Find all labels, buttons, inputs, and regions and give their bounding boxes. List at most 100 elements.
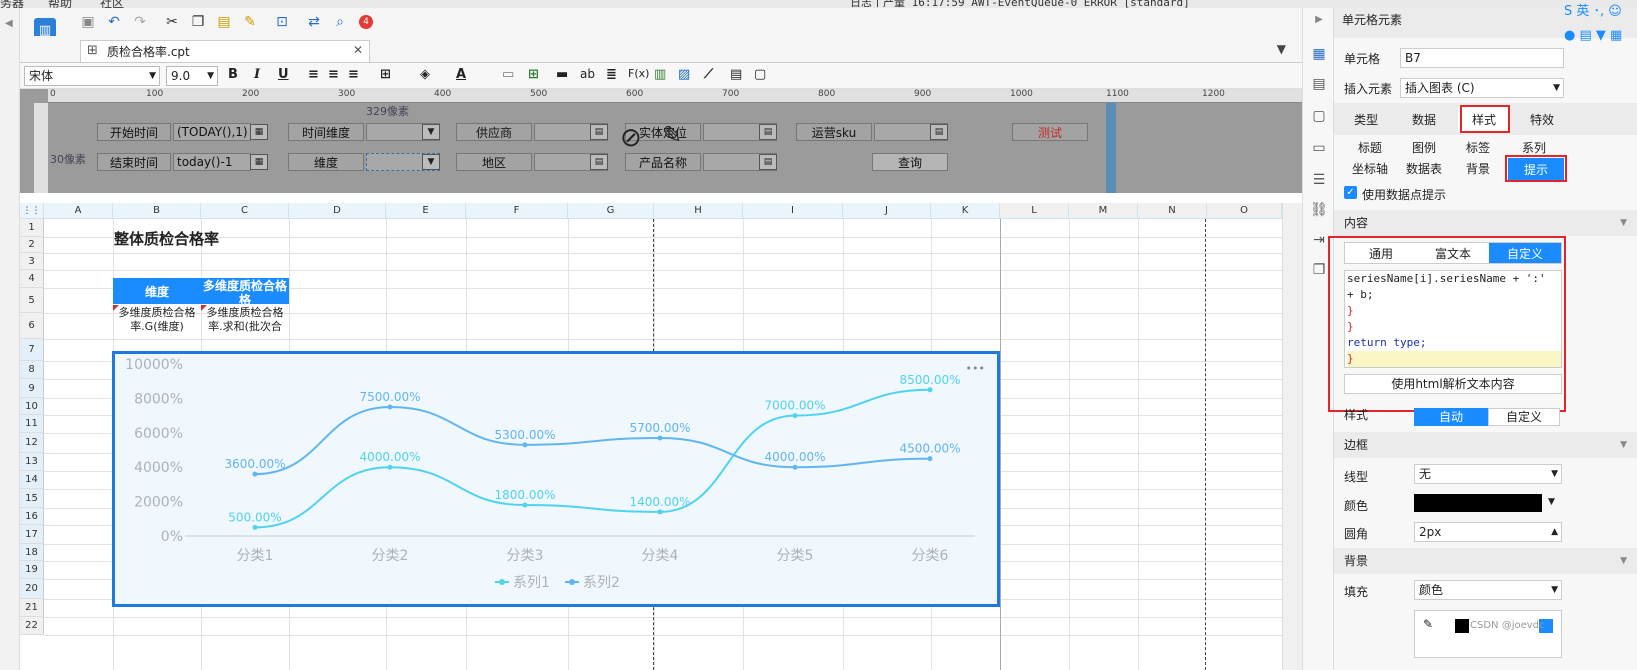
data-point[interactable] bbox=[522, 502, 528, 508]
italic-button[interactable]: I bbox=[254, 67, 260, 82]
cut-icon[interactable]: ✂ bbox=[162, 12, 182, 32]
header-cell-dimension[interactable]: 维度 bbox=[113, 278, 201, 304]
col-header[interactable]: O bbox=[1207, 203, 1282, 219]
subtab-axis[interactable]: 坐标轴 bbox=[1342, 157, 1398, 179]
data-point[interactable] bbox=[657, 435, 663, 441]
data-point[interactable] bbox=[927, 456, 933, 462]
cell-attr-icon[interactable]: ▤ bbox=[1310, 76, 1328, 94]
align-right-icon[interactable]: ≡ bbox=[348, 67, 359, 82]
start-time-field[interactable]: (TODAY(),1) bbox=[173, 123, 251, 141]
condition-icon[interactable]: ☰ bbox=[1310, 172, 1328, 190]
test-label[interactable]: 测试 bbox=[1012, 123, 1088, 141]
menu-item[interactable]: 帮助 bbox=[48, 0, 72, 8]
menu-item[interactable]: 务器 bbox=[0, 0, 24, 8]
row-header[interactable]: 14 bbox=[20, 471, 44, 489]
row-header[interactable]: 2 bbox=[20, 237, 44, 253]
subtab-datatable[interactable]: 数据表 bbox=[1396, 157, 1452, 179]
row-header[interactable]: 16 bbox=[20, 508, 44, 525]
calendar-icon[interactable]: ▦ bbox=[250, 124, 268, 140]
row-header[interactable]: 12 bbox=[20, 433, 44, 453]
text-ab-icon[interactable]: ab bbox=[580, 67, 595, 81]
col-header[interactable]: B bbox=[113, 203, 201, 219]
mode-rich-text[interactable]: 富文本 bbox=[1417, 243, 1489, 263]
data-point[interactable] bbox=[522, 442, 528, 448]
row-header[interactable]: 4 bbox=[20, 270, 44, 288]
tree-icon[interactable]: ▤ bbox=[930, 124, 948, 140]
col-header[interactable]: F bbox=[466, 203, 568, 219]
row-header[interactable]: 7 bbox=[20, 339, 44, 361]
slash-icon[interactable]: ⟋ bbox=[704, 67, 713, 82]
html-parse-button[interactable]: 使用html解析文本内容 bbox=[1344, 374, 1562, 394]
tab-data[interactable]: 数据 bbox=[1396, 106, 1452, 132]
pages-icon[interactable]: ❐ bbox=[1310, 262, 1328, 280]
subtab-label[interactable]: 标签 bbox=[1450, 136, 1506, 158]
import-icon[interactable]: ⇥ bbox=[1310, 232, 1328, 250]
mode-custom[interactable]: 自定义 bbox=[1489, 243, 1561, 263]
eyedropper-icon[interactable]: ✎ bbox=[1423, 617, 1433, 631]
tab-effect[interactable]: 特效 bbox=[1514, 106, 1570, 132]
image-icon[interactable]: ▨ bbox=[678, 67, 690, 82]
more-icon[interactable]: ••• bbox=[966, 362, 985, 375]
line-chart[interactable]: 0% 2000% 4000% 6000% 8000% 10000% 分类1 分类2 分类3 分类4… bbox=[115, 354, 997, 604]
color-swatch[interactable] bbox=[1414, 494, 1542, 512]
table-icon[interactable]: ⊞ bbox=[528, 67, 539, 82]
dropdown-icon[interactable]: ▼ bbox=[422, 124, 440, 140]
save-icon[interactable]: ▣ bbox=[78, 12, 98, 32]
frame-icon[interactable]: ▢ bbox=[754, 67, 766, 82]
col-header[interactable]: E bbox=[386, 203, 466, 219]
row-header[interactable]: 22 bbox=[20, 617, 44, 635]
row-header[interactable]: 8 bbox=[20, 361, 44, 379]
tab-report[interactable]: ⊞ 质检合格率.cpt ✕ bbox=[80, 40, 370, 62]
row-header[interactable]: 21 bbox=[20, 599, 44, 617]
underline-button[interactable]: U bbox=[278, 67, 289, 82]
preview-icon[interactable]: ⊡ bbox=[272, 12, 292, 32]
spreadsheet[interactable]: ⋮⋮ A B C D E F G H I J K L M N O 1234567… bbox=[20, 203, 1282, 670]
col-header[interactable]: D bbox=[289, 203, 386, 219]
chart-icon[interactable]: ▥ bbox=[654, 67, 666, 82]
border-icon[interactable]: ⊞ bbox=[380, 67, 391, 82]
font-size-select[interactable]: 9.0 ▼ bbox=[166, 66, 218, 86]
data-point[interactable] bbox=[252, 524, 258, 530]
row-header[interactable]: 10 bbox=[20, 398, 44, 415]
style-auto-button[interactable]: 自动 bbox=[1414, 408, 1488, 426]
data-point[interactable] bbox=[387, 404, 393, 410]
col-header[interactable]: G bbox=[568, 203, 654, 219]
vertical-scrollbar[interactable] bbox=[1282, 203, 1302, 670]
data-point[interactable] bbox=[252, 471, 258, 477]
col-header[interactable]: A bbox=[44, 203, 113, 219]
row-header[interactable]: 13 bbox=[20, 453, 44, 471]
font-color-icon[interactable]: A bbox=[456, 67, 466, 82]
select-all-corner[interactable]: ⋮⋮ bbox=[20, 203, 44, 219]
sub-report-icon[interactable]: ▤ bbox=[730, 67, 742, 82]
data-point[interactable] bbox=[657, 509, 663, 515]
font-family-select[interactable]: 宋体 ▼ bbox=[24, 66, 160, 86]
data-cell-rate[interactable]: 多维度质检合格率.求和(批次合 bbox=[201, 305, 289, 335]
tab-menu-icon[interactable]: ▼ bbox=[1277, 42, 1286, 56]
row-header[interactable]: 15 bbox=[20, 489, 44, 508]
header-cell-rate[interactable]: 多维度质检合格格 bbox=[201, 278, 289, 304]
fill-color-icon[interactable]: ◈ bbox=[420, 67, 430, 82]
subtab-legend[interactable]: 图例 bbox=[1396, 136, 1452, 158]
data-point[interactable] bbox=[387, 464, 393, 470]
cell-input[interactable]: B7 bbox=[1400, 48, 1564, 68]
tree-icon[interactable]: ▤ bbox=[759, 124, 777, 140]
tree-icon[interactable]: ▤ bbox=[759, 154, 777, 170]
calendar-icon[interactable]: ▦ bbox=[250, 154, 268, 170]
tab-type[interactable]: 类型 bbox=[1338, 106, 1394, 132]
subtab-background[interactable]: 背景 bbox=[1450, 157, 1506, 179]
search-icon[interactable]: ⌕ bbox=[330, 12, 350, 32]
align-left-icon[interactable]: ≡ bbox=[308, 67, 319, 82]
code-editor[interactable]: seriesName[i].seriesName + ':' + b; } } … bbox=[1344, 270, 1562, 368]
query-button[interactable]: 查询 bbox=[872, 153, 948, 171]
cell-element-icon[interactable]: ▦ bbox=[1310, 46, 1328, 64]
tree-icon[interactable]: ▤ bbox=[590, 154, 608, 170]
rich-text-icon[interactable]: ≣ bbox=[606, 67, 617, 82]
col-header[interactable]: N bbox=[1138, 203, 1207, 219]
bold-button[interactable]: B bbox=[228, 67, 238, 82]
mode-general[interactable]: 通用 bbox=[1345, 243, 1417, 263]
menu-item[interactable]: 社区 bbox=[100, 0, 124, 8]
col-header[interactable]: J bbox=[843, 203, 931, 219]
row-header[interactable]: 19 bbox=[20, 561, 44, 579]
align-center-icon[interactable]: ≡ bbox=[328, 67, 339, 82]
row-header[interactable]: 18 bbox=[20, 544, 44, 561]
